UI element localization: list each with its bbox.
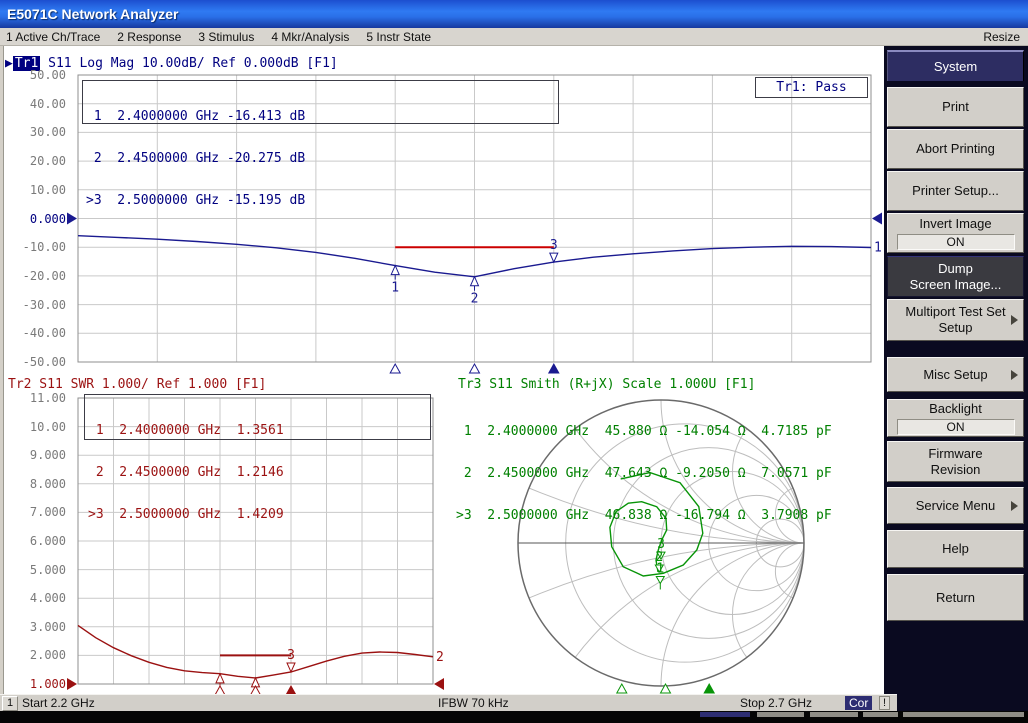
menu-mkr-analysis[interactable]: 4 Mkr/Analysis (271, 30, 349, 44)
tr3-marker-row: 2 2.4500000 GHz 47.643 Ω -9.2050 Ω 7.057… (456, 467, 832, 481)
tr1-y-tick: -40.00 (4, 326, 66, 340)
tr1-y-tick: 0.000 (4, 212, 66, 226)
tr1-y-tick: 40.00 (4, 97, 66, 111)
tr1-marker-readout: 1 2.4000000 GHz -16.413 dB 2 2.4500000 G… (82, 80, 559, 124)
tr2-y-tick: 11.00 (4, 391, 66, 405)
submenu-arrow-icon (1011, 370, 1018, 380)
tr1-header-text: S11 Log Mag 10.00dB/ Ref 0.000dB [F1] (40, 56, 337, 71)
tr3-marker-readout: 1 2.4000000 GHz 45.880 Ω -14.054 Ω 4.718… (456, 397, 832, 551)
menu-stimulus[interactable]: 3 Stimulus (198, 30, 254, 44)
title-bar: E5071C Network Analyzer (0, 0, 1028, 28)
tr3-marker-row: >3 2.5000000 GHz 46.838 Ω -16.794 Ω 3.79… (456, 509, 832, 523)
bottom-strip-item (757, 712, 804, 717)
tr2-y-tick: 2.000 (4, 648, 66, 662)
softkey-label: Backlight (929, 401, 982, 417)
tr1-marker-row: >3 2.5000000 GHz -15.195 dB (86, 194, 558, 208)
backlight-button[interactable]: Backlight ON (887, 399, 1024, 437)
bottom-strip-item (810, 712, 858, 717)
limit-test-result: Tr1: Pass (755, 77, 868, 98)
softkey-sidebar: System Print Abort Printing Printer Setup.… (884, 46, 1028, 723)
softkey-label: Screen Image... (910, 277, 1002, 293)
tr2-marker-row: 1 2.4000000 GHz 1.3561 (88, 424, 430, 438)
window-title: E5071C Network Analyzer (7, 6, 178, 22)
resize-control[interactable]: Resize (983, 30, 1020, 44)
bottom-strip-item (863, 712, 898, 717)
multiport-test-set-setup-button[interactable]: Multiport Test SetSetup (887, 299, 1024, 341)
tr2-marker-readout: 1 2.4000000 GHz 1.3561 2 2.4500000 GHz 1… (84, 394, 431, 440)
softkey-label: Invert Image (919, 216, 991, 232)
tr2-y-tick: 10.00 (4, 420, 66, 434)
softkey-menu-title: System (887, 50, 1024, 81)
tr2-y-tick: 4.000 (4, 591, 66, 605)
tr2-y-tick: 3.000 (4, 620, 66, 634)
misc-setup-button[interactable]: Misc Setup (887, 357, 1024, 392)
invert-image-button[interactable]: Invert Image ON (887, 213, 1024, 253)
submenu-arrow-icon (1011, 501, 1018, 511)
tr1-y-tick: 50.00 (4, 68, 66, 82)
tr2-marker-row: >3 2.5000000 GHz 1.4209 (88, 508, 430, 522)
bottom-instrument-strip (0, 711, 1028, 723)
tr2-header-text: Tr2 S11 SWR 1.000/ Ref 1.000 [F1] (8, 377, 266, 392)
tr3-header[interactable]: Tr3 S11 Smith (R+jX) Scale 1.000U [F1] (458, 377, 755, 392)
tr1-y-tick: -30.00 (4, 298, 66, 312)
softkey-toggle-state: ON (897, 419, 1015, 435)
tr1-marker-row: 2 2.4500000 GHz -20.275 dB (86, 152, 558, 166)
abort-printing-button[interactable]: Abort Printing (887, 129, 1024, 169)
instrument-window: E5071C Network Analyzer 1 Active Ch/Trac… (0, 0, 1028, 723)
correction-status-badge: Cor (845, 696, 872, 710)
softkey-toggle-state: ON (897, 234, 1015, 250)
softkey-label: Printer Setup... (912, 183, 999, 199)
submenu-arrow-icon (1011, 315, 1018, 325)
bottom-strip-item (700, 712, 750, 717)
tr2-y-tick: 6.000 (4, 534, 66, 548)
channel-number-badge: 1 (2, 696, 18, 711)
return-button[interactable]: Return (887, 574, 1024, 621)
tr2-header[interactable]: Tr2 S11 SWR 1.000/ Ref 1.000 [F1] (8, 377, 266, 392)
softkey-label: Firmware (928, 446, 982, 462)
softkey-label: Return (936, 590, 975, 606)
softkey-label: Misc Setup (923, 367, 987, 383)
tr1-y-tick: 30.00 (4, 125, 66, 139)
menu-active-ch-trace[interactable]: 1 Active Ch/Trace (6, 30, 100, 44)
menu-bar: 1 Active Ch/Trace 2 Response 3 Stimulus … (0, 28, 1028, 46)
tr1-y-tick: -10.00 (4, 240, 66, 254)
help-button[interactable]: Help (887, 530, 1024, 568)
printer-setup-button[interactable]: Printer Setup... (887, 171, 1024, 211)
tr2-y-tick: 1.000 (4, 677, 66, 691)
menu-response[interactable]: 2 Response (117, 30, 181, 44)
tr1-y-tick: -50.00 (4, 355, 66, 369)
softkey-label: Revision (931, 462, 981, 478)
bottom-strip-datetime (903, 712, 1024, 717)
tr2-y-tick: 9.000 (4, 448, 66, 462)
tr2-marker-row: 2 2.4500000 GHz 1.2146 (88, 466, 430, 480)
tr1-y-tick: 10.00 (4, 183, 66, 197)
service-menu-button[interactable]: Service Menu (887, 487, 1024, 524)
softkey-label: Setup (939, 320, 973, 336)
firmware-revision-button[interactable]: FirmwareRevision (887, 441, 1024, 482)
print-button[interactable]: Print (887, 87, 1024, 127)
tr1-marker-row: 1 2.4000000 GHz -16.413 dB (86, 110, 558, 124)
softkey-label: Abort Printing (916, 141, 995, 157)
softkey-label: Multiport Test Set (905, 304, 1005, 320)
warning-indicator: ! (879, 696, 890, 710)
softkey-label: Print (942, 99, 969, 115)
tr2-y-tick: 5.000 (4, 563, 66, 577)
ifbw-label: IFBW 70 kHz (438, 696, 509, 710)
menu-instr-state[interactable]: 5 Instr State (366, 30, 431, 44)
stop-frequency-label: Stop 2.7 GHz (740, 696, 812, 710)
dump-screen-image-button[interactable]: DumpScreen Image... (887, 256, 1024, 297)
start-frequency-label: Start 2.2 GHz (22, 696, 95, 710)
status-bar: 1 Start 2.2 GHz IFBW 70 kHz Stop 2.7 GHz… (0, 694, 897, 711)
tr3-header-text: Tr3 S11 Smith (R+jX) Scale 1.000U [F1] (458, 377, 755, 392)
tr1-y-tick: -20.00 (4, 269, 66, 283)
tr2-y-tick: 7.000 (4, 505, 66, 519)
softkey-label: Service Menu (916, 498, 995, 514)
tr3-marker-row: 1 2.4000000 GHz 45.880 Ω -14.054 Ω 4.718… (456, 425, 832, 439)
softkey-label: Help (942, 541, 969, 557)
tr1-y-tick: 20.00 (4, 154, 66, 168)
softkey-label: Dump (938, 261, 973, 277)
tr2-y-tick: 8.000 (4, 477, 66, 491)
